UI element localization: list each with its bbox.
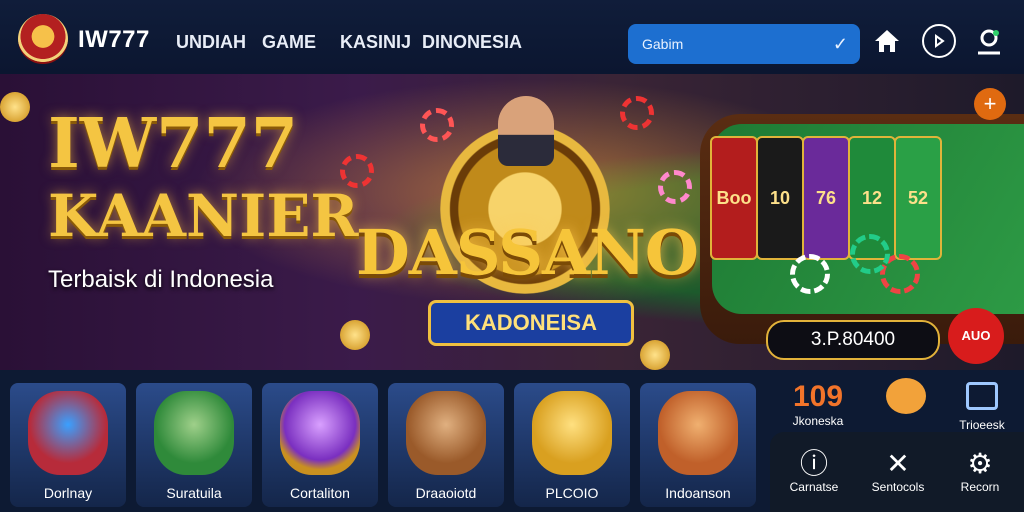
game-card-indoanson[interactable]: Indoanson [640, 383, 756, 507]
balance-display: 3.P.80400 [766, 320, 940, 360]
fox-cowboy-icon [658, 391, 738, 475]
reel-slot: 76 [802, 136, 850, 260]
panel-item-label: Recorn [960, 480, 1000, 494]
game-card-label: Dorlnay [43, 485, 93, 501]
home-icon[interactable] [870, 24, 904, 58]
stat-label: Jkoneska [792, 414, 844, 428]
close-icon: ✕ [886, 448, 910, 479]
poker-chip-icon [850, 234, 890, 274]
poker-chip-icon [658, 170, 692, 204]
coin-icon [640, 340, 670, 370]
game-card-label: Cortaliton [290, 485, 350, 501]
game-card-dorlnay[interactable]: Dorlnay [10, 383, 126, 507]
game-card-label: Indoanson [665, 485, 731, 501]
nav-item-kasino[interactable]: KASINIJ [340, 32, 411, 53]
poker-chip-icon [620, 96, 654, 130]
stat-value: 109 [792, 380, 844, 413]
reel-slot: 10 [756, 136, 804, 260]
top-bar: IW777 UNDIAH GAME KASINIJ DINONESIA Gabi… [0, 0, 1024, 74]
coin-icon [340, 320, 370, 350]
panel-item-recorn[interactable]: ⚙ Recorn [940, 448, 1020, 494]
plus-button[interactable]: + [974, 88, 1006, 120]
gift-box-icon [28, 391, 108, 475]
brand-name[interactable]: IW777 [78, 26, 150, 54]
hero-title-line1: IW777 [48, 104, 299, 184]
game-card-label: Draaoiotd [415, 485, 477, 501]
panel-item-sentocols[interactable]: ✕ Sentocols [858, 448, 938, 494]
hero-center-title: DASSANO [356, 216, 699, 289]
crystal-ball-icon [280, 391, 360, 475]
wolf-icon [154, 391, 234, 475]
reel-slot: Boo [710, 136, 758, 260]
nav-item-undiah[interactable]: UNDIAH [176, 32, 246, 53]
document-icon [966, 382, 998, 410]
game-card-draaoiotd[interactable]: Draaoiotd [388, 383, 504, 507]
game-card-cortaliton[interactable]: Cortaliton [262, 383, 378, 507]
panel-item-label: Carnatse [789, 480, 839, 494]
hero-title-line2: KAANIER [48, 182, 359, 250]
chat-bubble-icon[interactable] [886, 378, 926, 414]
play-icon[interactable] [922, 24, 956, 58]
document-button[interactable]: Trioeesk [952, 380, 1012, 432]
nav-item-game[interactable]: GAME [262, 32, 316, 53]
dealer-avatar [498, 96, 554, 166]
stat-label: Trioeesk [959, 418, 1005, 432]
gear-icon: ⚙ [967, 448, 993, 479]
poker-chip-icon [420, 108, 454, 142]
add-bet-button[interactable]: AUO [948, 308, 1004, 364]
search-value: Gabim [642, 36, 684, 52]
search-select[interactable]: Gabim ✓ [628, 24, 860, 64]
hero-banner[interactable]: IW777 KAANIER Terbaisk di Indonesia DASS… [0, 74, 1024, 370]
hero-center-badge: KADONEISA [428, 300, 634, 346]
panel-item-carnatse[interactable]: ⓘ Carnatse [774, 448, 854, 494]
reel-slot: 52 [894, 136, 942, 260]
treasure-chest-icon [532, 391, 612, 475]
brand-logo[interactable] [18, 14, 68, 64]
panel-item-label: Sentocols [871, 480, 925, 494]
user-icon[interactable] [972, 24, 1006, 58]
game-card-label: PLCOIO [545, 485, 599, 501]
beaver-cowboy-icon [406, 391, 486, 475]
poker-chip-icon [790, 254, 830, 294]
nav-item-indonesia[interactable]: DINONESIA [422, 32, 522, 53]
game-card-plcoio[interactable]: PLCOIO [514, 383, 630, 507]
game-card-label: Suratuila [166, 485, 222, 501]
game-card-suratuila[interactable]: Suratuila [136, 383, 252, 507]
stat-counter: 109 Jkoneska [780, 380, 856, 428]
info-shield-icon: ⓘ [799, 448, 828, 479]
hero-subtitle: Terbaisk di Indonesia [48, 266, 274, 293]
coin-icon [0, 92, 30, 122]
chevron-down-icon: ✓ [832, 34, 848, 54]
